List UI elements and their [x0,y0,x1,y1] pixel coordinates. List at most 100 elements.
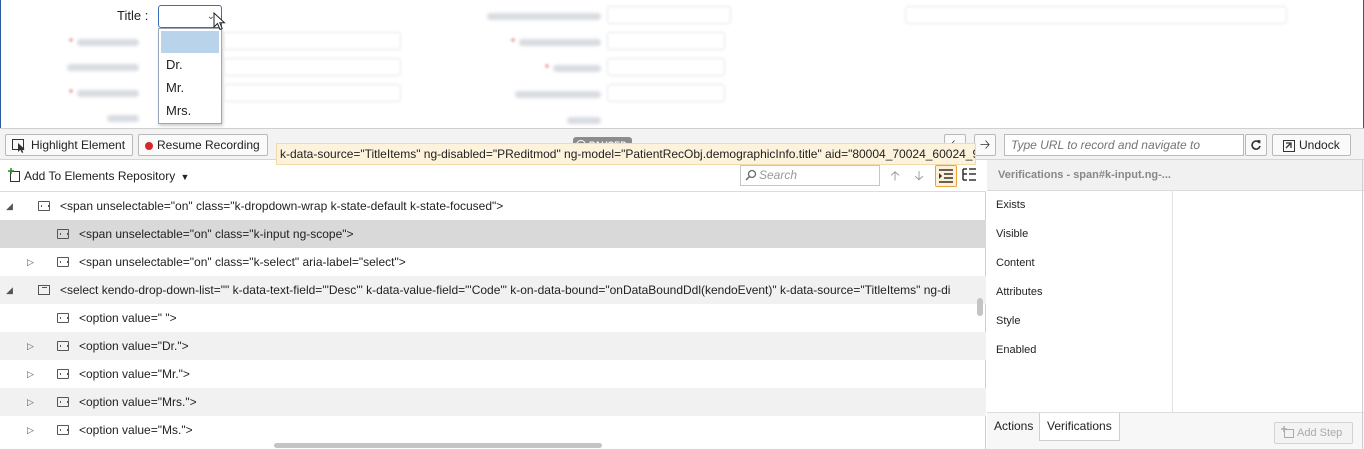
blurred-field [223,32,401,50]
arrow-down-icon: 🡣 [914,168,924,183]
tab-verifications[interactable]: Verifications [1039,413,1120,441]
undock-label: Undock [1299,138,1340,152]
expanded-toggle-icon[interactable]: ◢ [6,276,16,304]
title-label: Title : [117,8,149,23]
verifications-header: Verifications - span#k-input.ng-... [987,160,1364,191]
element-node-icon [57,341,69,351]
tree-row[interactable]: ▷ <option value="Mrs."> [0,388,986,416]
title-dropdown-list: Dr. Mr. Mrs. [158,28,222,124]
highlight-element-icon [12,138,25,153]
verification-enabled[interactable]: Enabled [987,336,1172,365]
required-marker [69,89,73,93]
verifications-panel: Verifications - span#k-input.ng-... Exis… [987,160,1364,449]
refresh-button[interactable] [1245,134,1267,156]
tree-list-icon [939,169,953,183]
previous-match-button[interactable]: 🡡 [886,167,904,185]
caret-down-icon: ▼ [180,172,190,182]
add-step-button[interactable]: Add Step [1274,422,1353,444]
element-node-icon [38,201,50,211]
tree-row-selected[interactable]: <span unselectable="on" class="k-input n… [0,220,986,248]
panel-border [1362,160,1363,449]
blurred-field [607,6,731,24]
add-step-label: Add Step [1297,427,1343,439]
add-to-repository-button[interactable]: Add To Elements Repository ▼ [8,168,189,183]
tree-row-text: <span unselectable="on" class="k-dropdow… [60,199,504,213]
forward-button[interactable]: 🡢 [974,134,996,156]
tree-row-text: <option value="Mrs."> [79,395,197,409]
blurred-label [77,90,139,97]
hierarchy-icon [962,168,976,181]
tab-actions[interactable]: Actions [987,413,1040,441]
element-node-icon [57,369,69,379]
add-step-icon [1281,426,1294,438]
element-node-icon [57,397,69,407]
arrow-right-icon: 🡢 [979,137,991,152]
attribute-tooltip: k-data-source="TitleItems" ng-disabled="… [276,143,976,165]
element-node-icon [57,313,69,323]
next-match-button[interactable]: 🡣 [910,167,928,185]
undock-button[interactable]: Undock [1272,134,1351,156]
blurred-label [515,91,601,98]
vertical-scrollbar[interactable] [977,298,983,316]
url-input[interactable] [1004,134,1244,156]
verification-visible[interactable]: Visible [987,220,1172,249]
title-option-dr[interactable]: Dr. [159,53,221,76]
verification-style[interactable]: Style [987,307,1172,336]
search-icon [745,169,757,181]
tree-row[interactable]: ▷ <option value="Mr."> [0,360,986,388]
blurred-field [905,6,1287,24]
blurred-field [607,58,725,76]
required-marker [545,64,549,68]
blurred-label [567,117,601,124]
arrow-up-icon: 🡡 [890,168,900,183]
tree-row-text: <span unselectable="on" class="k-input n… [79,227,354,241]
panel-tabs: Actions Verifications Add Step [987,412,1364,449]
list-node-icon [38,285,50,295]
tree-view-button[interactable] [935,165,957,187]
tree-row[interactable]: ▷ <span unselectable="on" class="k-selec… [0,248,986,276]
verification-attributes[interactable]: Attributes [987,278,1172,307]
collapsed-toggle-icon[interactable]: ▷ [27,360,37,388]
tree-row[interactable]: ▷ <option value="Ms."> [0,416,986,440]
verification-types-list: Exists Visible Content Attributes Style … [987,191,1173,412]
element-tree: ◢ <span unselectable="on" class="k-dropd… [0,192,986,440]
refresh-icon [1251,140,1261,150]
blurred-label [519,39,601,46]
tree-row[interactable]: <option value=" "> [0,304,986,332]
blurred-field [223,58,401,76]
collapsed-toggle-icon[interactable]: ▷ [27,332,37,360]
web-form-area: Title : ⌄ Dr. Mr. Mrs. [0,0,1364,128]
blurred-label [107,115,139,122]
tree-row[interactable]: ▷ <option value="Dr."> [0,332,986,360]
resume-recording-label: Resume Recording [157,138,260,152]
element-node-icon [57,425,69,435]
tree-row[interactable]: ◢ <select kendo-drop-down-list="" k-data… [0,276,986,304]
collapsed-toggle-icon[interactable]: ▷ [27,388,37,416]
title-option-blank[interactable] [161,31,219,53]
horizontal-scrollbar[interactable] [274,443,602,448]
element-node-icon [57,257,69,267]
element-node-icon [57,229,69,239]
verification-exists[interactable]: Exists [987,191,1172,220]
tree-row[interactable]: ◢ <span unselectable="on" class="k-dropd… [0,192,986,220]
mouse-cursor-icon [213,12,226,31]
highlight-element-button[interactable]: Highlight Element [5,134,134,156]
resume-recording-button[interactable]: Resume Recording [138,134,268,156]
collapsed-toggle-icon[interactable]: ▷ [27,416,37,440]
expanded-toggle-icon[interactable]: ◢ [6,192,16,220]
collapsed-toggle-icon[interactable]: ▷ [27,248,37,276]
verification-content[interactable]: Content [987,249,1172,278]
search-placeholder: Search [759,168,798,182]
hierarchy-view-button[interactable] [959,165,981,187]
tree-row-text: <option value=" "> [79,311,177,325]
tree-row-text: <span unselectable="on" class="k-select"… [79,255,406,269]
verification-details-pane [1173,191,1363,412]
highlight-element-label: Highlight Element [31,138,126,152]
title-option-mrs[interactable]: Mrs. [159,99,221,122]
blurred-label [553,65,601,72]
search-input[interactable]: Search [740,165,880,186]
blurred-label [77,39,139,46]
title-option-mr[interactable]: Mr. [159,76,221,99]
elements-panel: Add To Elements Repository ▼ Search 🡡 🡣 … [0,160,986,449]
tree-row-text: <select kendo-drop-down-list="" k-data-t… [60,283,951,297]
